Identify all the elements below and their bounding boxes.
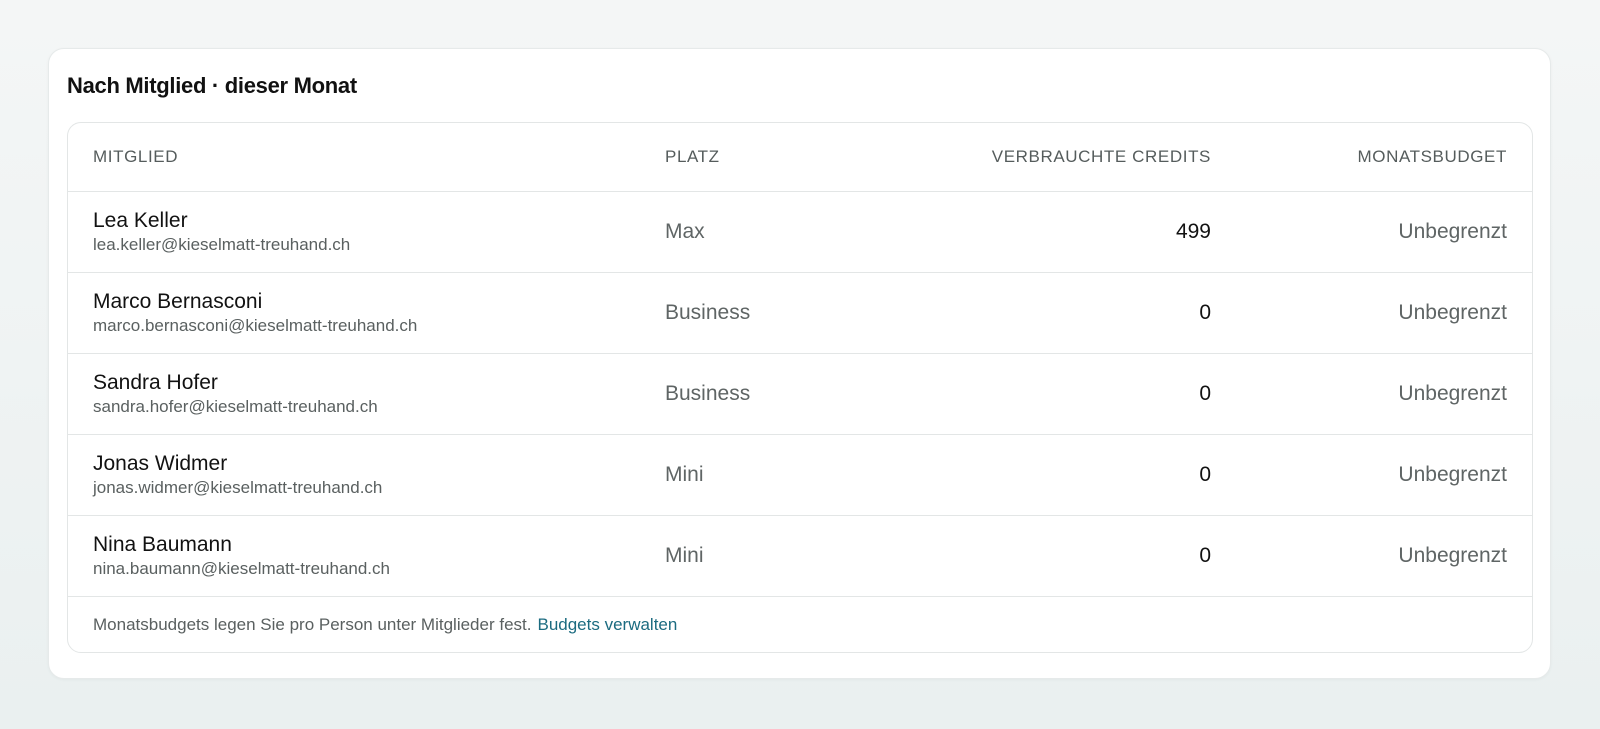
member-cell: Marco Bernasconi marco.bernasconi@kiesel… xyxy=(68,272,665,354)
credits-cell: 0 xyxy=(895,515,1211,597)
seat-cell: Business xyxy=(665,353,895,435)
member-name: Lea Keller xyxy=(93,209,188,232)
credits-cell: 499 xyxy=(895,191,1211,273)
member-usage-table: Mitglied Platz Verbrauchte Credits Monat… xyxy=(68,123,1532,597)
member-name: Marco Bernasconi xyxy=(93,290,263,313)
budget-cell: Unbegrenzt xyxy=(1211,191,1532,273)
member-email: marco.bernasconi@kieselmatt-treuhand.ch xyxy=(93,316,418,335)
member-table-container: Mitglied Platz Verbrauchte Credits Monat… xyxy=(67,122,1533,653)
budget-cell: Unbegrenzt xyxy=(1211,515,1532,597)
table-row: Nina Baumann nina.baumann@kieselmatt-tre… xyxy=(68,515,1532,597)
table-row: Lea Keller lea.keller@kieselmatt-treuhan… xyxy=(68,191,1532,273)
member-name: Nina Baumann xyxy=(93,533,232,556)
credits-cell: 0 xyxy=(895,353,1211,435)
budget-cell: Unbegrenzt xyxy=(1211,353,1532,435)
table-footer: Monatsbudgets legen Sie pro Person unter… xyxy=(68,597,1532,652)
footer-note: Monatsbudgets legen Sie pro Person unter… xyxy=(93,615,532,634)
table-header-row: Mitglied Platz Verbrauchte Credits Monat… xyxy=(68,123,1532,192)
member-email: nina.baumann@kieselmatt-treuhand.ch xyxy=(93,559,390,578)
seat-cell: Mini xyxy=(665,434,895,516)
column-header-member: Mitglied xyxy=(68,123,665,192)
member-usage-card: Nach Mitglied · dieser Monat Mitglied Pl… xyxy=(48,48,1551,679)
column-header-seat: Platz xyxy=(665,123,895,192)
member-cell: Nina Baumann nina.baumann@kieselmatt-tre… xyxy=(68,515,665,597)
member-name: Jonas Widmer xyxy=(93,452,228,475)
member-email: sandra.hofer@kieselmatt-treuhand.ch xyxy=(93,397,378,416)
seat-cell: Business xyxy=(665,272,895,354)
budget-cell: Unbegrenzt xyxy=(1211,272,1532,354)
member-email: lea.keller@kieselmatt-treuhand.ch xyxy=(93,235,351,254)
table-row: Jonas Widmer jonas.widmer@kieselmatt-tre… xyxy=(68,434,1532,516)
credits-cell: 0 xyxy=(895,272,1211,354)
credits-cell: 0 xyxy=(895,434,1211,516)
column-header-credits: Verbrauchte Credits xyxy=(895,123,1211,192)
column-header-budget: Monatsbudget xyxy=(1211,123,1532,192)
table-row: Sandra Hofer sandra.hofer@kieselmatt-tre… xyxy=(68,353,1532,435)
table-row: Marco Bernasconi marco.bernasconi@kiesel… xyxy=(68,272,1532,354)
member-name: Sandra Hofer xyxy=(93,371,218,394)
member-email: jonas.widmer@kieselmatt-treuhand.ch xyxy=(93,478,383,497)
seat-cell: Max xyxy=(665,191,895,273)
seat-cell: Mini xyxy=(665,515,895,597)
manage-budgets-link[interactable]: Budgets verwalten xyxy=(537,615,677,635)
member-cell: Sandra Hofer sandra.hofer@kieselmatt-tre… xyxy=(68,353,665,435)
budget-cell: Unbegrenzt xyxy=(1211,434,1532,516)
member-cell: Jonas Widmer jonas.widmer@kieselmatt-tre… xyxy=(68,434,665,516)
member-cell: Lea Keller lea.keller@kieselmatt-treuhan… xyxy=(68,191,665,273)
card-title: Nach Mitglied · dieser Monat xyxy=(67,73,357,98)
